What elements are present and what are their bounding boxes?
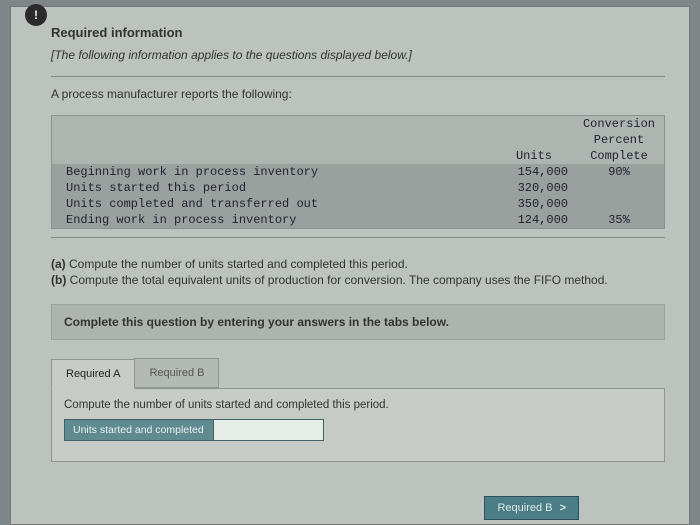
chevron-right-icon: >	[556, 502, 566, 514]
answer-row-label: Units started and completed	[64, 419, 214, 441]
tabs: Required A Required B	[51, 358, 665, 388]
next-button-label: Required B	[497, 502, 552, 514]
tab-panel: Compute the number of units started and …	[51, 388, 665, 462]
divider	[51, 237, 665, 238]
col-complete: Complete	[574, 148, 664, 164]
question-b: (b) Compute the total equivalent units o…	[51, 272, 665, 288]
question-a: (a) Compute the number of units started …	[51, 256, 665, 272]
col-units: Units	[494, 148, 574, 164]
panel-prompt: Compute the number of units started and …	[64, 399, 652, 411]
next-required-b-button[interactable]: Required B >	[484, 496, 579, 520]
question-list: (a) Compute the number of units started …	[51, 256, 665, 288]
tab-required-b[interactable]: Required B	[134, 358, 219, 388]
table-row: Ending work in process inventory 124,000…	[52, 212, 664, 228]
data-table: Conversion Percent Units Complete Beginn…	[52, 116, 664, 228]
tab-required-a[interactable]: Required A	[51, 359, 135, 389]
alert-icon: !	[25, 4, 47, 26]
table-row: Units completed and transferred out 350,…	[52, 196, 664, 212]
divider	[51, 76, 665, 77]
preface-note: [The following information applies to th…	[51, 48, 665, 62]
lead-text: A process manufacturer reports the follo…	[51, 87, 665, 101]
answer-input[interactable]	[214, 419, 324, 441]
instruction-box: Complete this question by entering your …	[51, 304, 665, 340]
col-conversion: Conversion	[574, 116, 664, 132]
table-row: Beginning work in process inventory 154,…	[52, 164, 664, 180]
table-row: Units started this period 320,000	[52, 180, 664, 196]
data-table-block: Conversion Percent Units Complete Beginn…	[51, 115, 665, 229]
section-heading: Required information	[51, 25, 665, 40]
col-percent: Percent	[574, 132, 664, 148]
